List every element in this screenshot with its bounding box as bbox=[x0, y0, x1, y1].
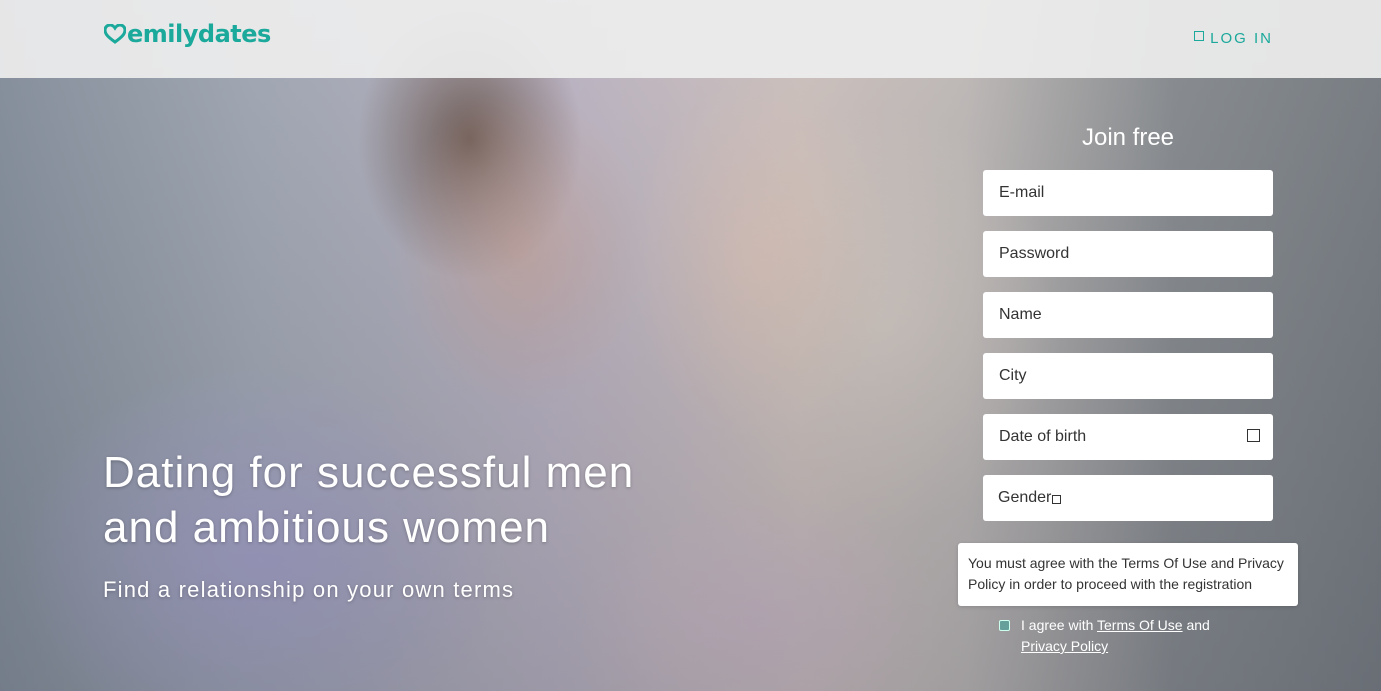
page: emilydates LOG IN Dating for successful … bbox=[0, 0, 1381, 691]
email-field-wrapper bbox=[983, 170, 1273, 216]
name-field-wrapper bbox=[983, 292, 1273, 338]
email-field[interactable] bbox=[983, 170, 1273, 216]
terms-of-use-link[interactable]: Terms Of Use bbox=[1097, 617, 1183, 633]
form-title: Join free bbox=[1081, 124, 1175, 151]
password-field-wrapper bbox=[983, 231, 1273, 277]
city-field-wrapper bbox=[983, 353, 1273, 399]
hero: Dating for successful men and ambitious … bbox=[103, 445, 723, 603]
terms-agreement: I agree with Terms Of Use and Privacy Po… bbox=[998, 615, 1258, 657]
agreement-text: I agree with Terms Of Use and Privacy Po… bbox=[1021, 615, 1258, 657]
agree-prefix: I agree with bbox=[1021, 617, 1098, 633]
gender-select[interactable]: Gender bbox=[983, 475, 1273, 521]
checkbox-icon[interactable] bbox=[999, 620, 1010, 631]
hero-subtitle: Find a relationship on your own terms bbox=[103, 577, 515, 602]
hero-title: Dating for successful men and ambitious … bbox=[103, 448, 635, 552]
logo-text: emilydates bbox=[127, 20, 271, 48]
login-icon bbox=[1194, 30, 1205, 41]
gender-label: Gender bbox=[998, 489, 1052, 506]
signup-form: Join free Gender bbox=[983, 124, 1273, 536]
password-field[interactable] bbox=[983, 231, 1273, 277]
gender-dropdown-icon bbox=[1052, 495, 1062, 504]
header: emilydates LOG IN bbox=[0, 0, 1381, 78]
calendar-icon[interactable] bbox=[1247, 429, 1260, 442]
logo[interactable]: emilydates bbox=[104, 18, 271, 50]
login-label: LOG IN bbox=[1210, 30, 1273, 47]
privacy-policy-link[interactable]: Privacy Policy bbox=[1021, 638, 1108, 654]
date-of-birth-field-wrapper bbox=[983, 414, 1273, 460]
name-field[interactable] bbox=[983, 292, 1273, 338]
terms-tooltip: You must agree with the Terms Of Use and… bbox=[958, 543, 1298, 606]
agree-mid: and bbox=[1182, 617, 1210, 633]
heart-logo-icon bbox=[104, 24, 126, 44]
date-of-birth-field[interactable] bbox=[983, 414, 1273, 460]
login-link[interactable]: LOG IN bbox=[1194, 30, 1273, 47]
city-field[interactable] bbox=[983, 353, 1273, 399]
